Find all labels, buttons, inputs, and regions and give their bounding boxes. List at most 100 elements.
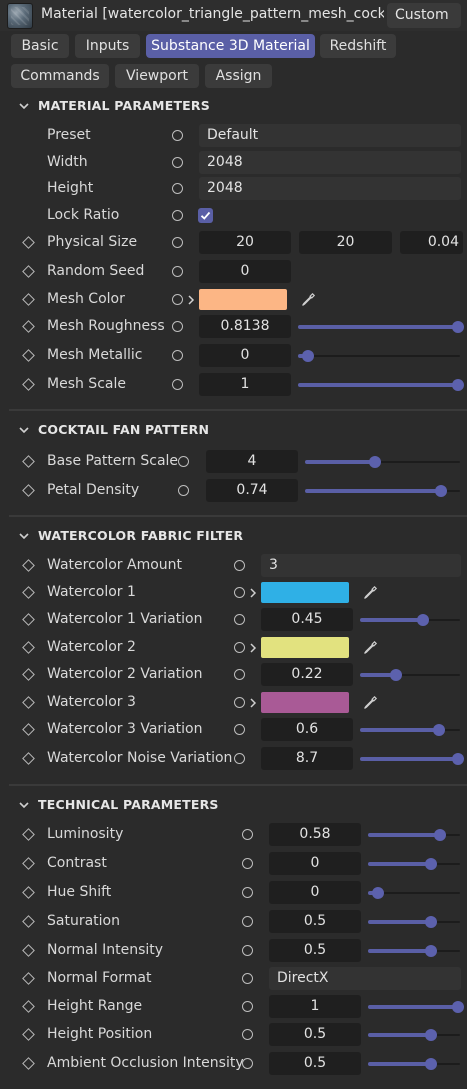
keyframe-diamond-icon[interactable]	[22, 723, 35, 736]
keyframe-diamond-icon[interactable]	[22, 455, 35, 468]
animate-ring-icon[interactable]	[172, 379, 183, 390]
slider-handle[interactable]	[416, 614, 429, 626]
watercolor-2-variation-field[interactable]: 0.22	[261, 663, 353, 686]
slider-handle[interactable]	[369, 456, 382, 468]
eyedropper-icon[interactable]	[362, 640, 378, 656]
keyframe-diamond-icon[interactable]	[22, 972, 35, 985]
keyframe-diamond-icon[interactable]	[22, 484, 35, 497]
saturation-field[interactable]: 0.5	[269, 910, 361, 933]
animate-ring-icon[interactable]	[172, 350, 183, 361]
watercolor-1-variation-field[interactable]: 0.45	[261, 608, 353, 631]
normal-intensity-field[interactable]: 0.5	[269, 939, 361, 962]
tab-redshift[interactable]: Redshift	[320, 34, 396, 58]
mesh-metallic-slider[interactable]	[298, 343, 460, 369]
animate-ring-icon[interactable]	[234, 642, 245, 653]
preset-dropdown[interactable]: Default	[199, 124, 461, 147]
keyframe-diamond-icon[interactable]	[22, 944, 35, 957]
animate-ring-icon[interactable]	[242, 858, 253, 869]
animate-ring-icon[interactable]	[242, 973, 253, 984]
animate-ring-icon[interactable]	[234, 669, 245, 680]
luminosity-field[interactable]: 0.58	[269, 823, 361, 846]
chevron-right-icon[interactable]	[186, 293, 196, 307]
watercolor-3-variation-slider[interactable]	[360, 717, 460, 743]
animate-ring-icon[interactable]	[172, 321, 183, 332]
physical-size-z-field[interactable]: 0.04	[400, 231, 463, 254]
keyframe-diamond-icon[interactable]	[22, 320, 35, 333]
animate-ring-icon[interactable]	[234, 587, 245, 598]
animate-ring-icon[interactable]	[242, 1001, 253, 1012]
animate-ring-icon[interactable]	[172, 237, 183, 248]
keyframe-diamond-icon[interactable]	[22, 641, 35, 654]
animate-ring-icon[interactable]	[234, 753, 245, 764]
section-watercolor-fabric-filter[interactable]: WATERCOLOR FABRIC FILTER	[0, 526, 467, 548]
watercolor-2-variation-slider[interactable]	[360, 662, 460, 688]
base-pattern-scale-field[interactable]: 4	[206, 450, 298, 473]
tab-viewport[interactable]: Viewport	[115, 64, 199, 88]
animate-ring-icon[interactable]	[172, 294, 183, 305]
keyframe-diamond-icon[interactable]	[22, 236, 35, 249]
keyframe-diamond-icon[interactable]	[22, 915, 35, 928]
width-dropdown[interactable]: 2048	[199, 151, 461, 174]
physical-size-y-field[interactable]: 20	[299, 231, 392, 254]
random-seed-field[interactable]: 0	[199, 260, 291, 283]
ambient-occlusion-intensity-slider[interactable]	[368, 1051, 460, 1077]
section-technical-parameters[interactable]: TECHNICAL PARAMETERS	[0, 795, 467, 817]
keyframe-diamond-icon[interactable]	[22, 1000, 35, 1013]
keyframe-diamond-icon[interactable]	[22, 265, 35, 278]
mesh-roughness-slider[interactable]	[298, 314, 464, 340]
animate-ring-icon[interactable]	[242, 829, 253, 840]
hue-shift-field[interactable]: 0	[269, 881, 361, 904]
animate-ring-icon[interactable]	[242, 887, 253, 898]
contrast-field[interactable]: 0	[269, 852, 361, 875]
keyframe-diamond-icon[interactable]	[22, 752, 35, 765]
mesh-scale-slider[interactable]	[298, 372, 464, 398]
keyframe-diamond-icon[interactable]	[22, 586, 35, 599]
slider-handle[interactable]	[302, 350, 314, 362]
section-cocktail-fan-pattern[interactable]: COCKTAIL FAN PATTERN	[0, 420, 467, 442]
watercolor-amount-dropdown[interactable]: 3	[261, 554, 461, 577]
contrast-slider[interactable]	[368, 851, 460, 877]
slider-handle[interactable]	[452, 321, 464, 333]
slider-handle[interactable]	[390, 669, 403, 681]
slider-handle[interactable]	[424, 916, 437, 928]
hue-shift-slider[interactable]	[368, 880, 460, 906]
watercolor-1-swatch[interactable]	[261, 582, 349, 603]
keyframe-diamond-icon[interactable]	[22, 1028, 35, 1041]
tab-commands[interactable]: Commands	[11, 64, 109, 88]
tab-inputs[interactable]: Inputs	[75, 34, 140, 58]
animate-ring-icon[interactable]	[234, 614, 245, 625]
animate-ring-icon[interactable]	[242, 1029, 253, 1040]
tab-assign[interactable]: Assign	[205, 64, 272, 88]
animate-ring-icon[interactable]	[172, 210, 183, 221]
animate-ring-icon[interactable]	[172, 130, 183, 141]
slider-handle[interactable]	[372, 887, 384, 899]
watercolor-noise-variation-slider[interactable]	[360, 746, 464, 772]
keyframe-diamond-icon[interactable]	[22, 886, 35, 899]
layout-custom-button[interactable]: Custom	[387, 3, 461, 28]
keyframe-diamond-icon[interactable]	[22, 668, 35, 681]
slider-handle[interactable]	[452, 753, 464, 765]
lock-ratio-checkbox[interactable]	[198, 208, 213, 223]
keyframe-diamond-icon[interactable]	[22, 349, 35, 362]
slider-handle[interactable]	[434, 829, 447, 841]
eyedropper-icon[interactable]	[362, 695, 378, 711]
luminosity-slider[interactable]	[368, 822, 460, 848]
height-range-slider[interactable]	[368, 994, 464, 1020]
keyframe-diamond-icon[interactable]	[22, 378, 35, 391]
eyedropper-icon[interactable]	[300, 292, 316, 308]
slider-handle[interactable]	[434, 485, 447, 497]
animate-ring-icon[interactable]	[242, 945, 253, 956]
slider-handle[interactable]	[424, 945, 437, 957]
watercolor-1-variation-slider[interactable]	[360, 607, 460, 633]
slider-handle[interactable]	[452, 379, 464, 391]
physical-size-x-field[interactable]: 20	[199, 231, 291, 254]
slider-handle[interactable]	[424, 858, 437, 870]
chevron-right-icon[interactable]	[248, 586, 258, 600]
normal-format-dropdown[interactable]: DirectX	[269, 967, 461, 990]
keyframe-diamond-icon[interactable]	[22, 613, 35, 626]
mesh-color-swatch[interactable]	[199, 289, 287, 310]
ambient-occlusion-intensity-field[interactable]: 0.5	[269, 1052, 361, 1075]
normal-intensity-slider[interactable]	[368, 938, 460, 964]
mesh-roughness-field[interactable]: 0.8138	[199, 315, 291, 338]
height-range-field[interactable]: 1	[269, 995, 361, 1018]
